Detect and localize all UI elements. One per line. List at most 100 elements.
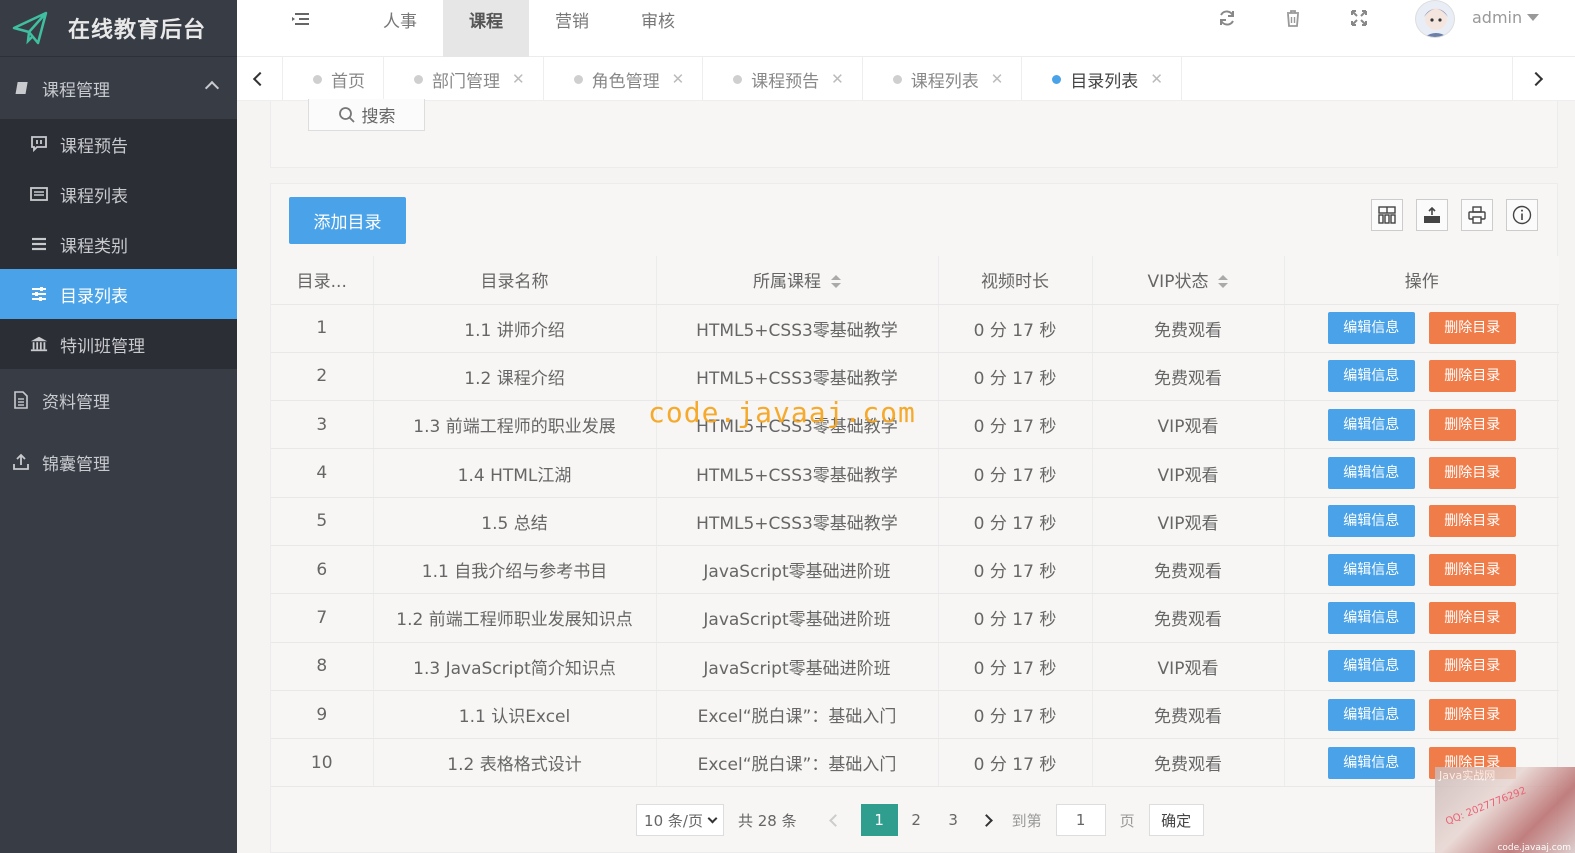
search-button[interactable]: 搜索 <box>308 99 425 131</box>
topnav-course[interactable]: 课程 <box>443 0 529 57</box>
tab-label: 目录列表 <box>1070 71 1139 92</box>
edit-button[interactable]: 编辑信息 <box>1327 360 1415 393</box>
page-size-value: 10 条/页 <box>644 811 703 830</box>
delete-button[interactable]: 删除目录 <box>1428 601 1516 634</box>
fullscreen-icon[interactable] <box>1349 8 1369 28</box>
watermark-text: code.javaaj.com <box>648 396 916 429</box>
edit-button[interactable]: 编辑信息 <box>1327 457 1415 490</box>
close-icon[interactable]: ✕ <box>512 70 525 88</box>
sidebar-item-label: 特训班管理 <box>60 336 145 357</box>
sidebar-item-course-category[interactable]: 课程类别 <box>0 219 237 269</box>
page-1[interactable]: 1 <box>860 804 898 836</box>
cell-id: 7 <box>271 593 374 643</box>
page-3[interactable]: 3 <box>935 804 972 836</box>
edit-button[interactable]: 编辑信息 <box>1327 650 1415 683</box>
goto-page-input[interactable]: 1 <box>1055 804 1106 836</box>
cell-duration: 0 分 17 秒 <box>938 642 1093 691</box>
info-button[interactable] <box>1506 199 1538 231</box>
cell-name: 1.3 JavaScript简介知识点 <box>373 642 657 691</box>
paper-plane-icon <box>12 11 48 45</box>
delete-button[interactable]: 删除目录 <box>1428 698 1516 731</box>
tab-course-preview[interactable]: 课程预告 ✕ <box>703 57 863 101</box>
tabs: 首页 部门管理 ✕ 角色管理 ✕ 课程预告 ✕ 课程列表 ✕ 目录列表 ✕ <box>283 57 1182 101</box>
next-page-button[interactable] <box>972 813 1002 827</box>
tabs-bar: 首页 部门管理 ✕ 角色管理 ✕ 课程预告 ✕ 课程列表 ✕ 目录列表 ✕ <box>237 57 1575 101</box>
cell-course: HTML5+CSS3零基础教学 <box>656 304 939 353</box>
goto-confirm-button[interactable]: 确定 <box>1148 804 1204 836</box>
avatar[interactable] <box>1415 0 1455 38</box>
delete-button[interactable]: 删除目录 <box>1428 650 1516 683</box>
upload-icon <box>12 453 30 471</box>
print-button[interactable] <box>1461 199 1493 231</box>
delete-button[interactable]: 删除目录 <box>1428 408 1516 441</box>
total-count: 共 28 条 <box>738 811 797 830</box>
sort-icon[interactable] <box>1218 275 1229 289</box>
export-button[interactable] <box>1416 199 1448 231</box>
delete-button[interactable]: 删除目录 <box>1428 553 1516 586</box>
tab-catalog-list[interactable]: 目录列表 ✕ <box>1022 57 1182 101</box>
prev-page-button[interactable] <box>821 813 851 827</box>
col-header-course[interactable]: 所属课程 <box>656 256 939 305</box>
topnav-hr[interactable]: 人事 <box>357 0 443 57</box>
edit-button[interactable]: 编辑信息 <box>1327 408 1415 441</box>
sort-icon[interactable] <box>831 275 841 289</box>
delete-button[interactable]: 删除目录 <box>1428 360 1516 393</box>
table-row: 6 1.1 自我介绍与参考书目 JavaScript零基础进阶班 0 分 17 秒免费… <box>271 545 1559 595</box>
delete-button[interactable]: 删除目录 <box>1428 505 1516 538</box>
tab-home[interactable]: 首页 <box>283 57 384 101</box>
sidebar-group-tips[interactable]: 锦囊管理 <box>0 431 237 493</box>
cell-name: 1.2 前端工程师职业发展知识点 <box>373 593 657 643</box>
cell-actions: 编辑信息 删除目录 <box>1284 690 1559 740</box>
edit-button[interactable]: 编辑信息 <box>1327 601 1415 634</box>
close-icon[interactable]: ✕ <box>672 70 685 88</box>
topnav-review[interactable]: 审核 <box>615 0 701 57</box>
delete-button[interactable]: 删除目录 <box>1428 457 1516 490</box>
close-icon[interactable]: ✕ <box>991 70 1004 88</box>
table-row: 8 1.3 JavaScript简介知识点 JavaScript零基础进阶班 0 分 … <box>271 642 1559 691</box>
topnav-marketing[interactable]: 营销 <box>529 0 615 57</box>
edit-button[interactable]: 编辑信息 <box>1327 553 1415 586</box>
col-header-id[interactable]: 目录... <box>271 256 374 305</box>
columns-button[interactable] <box>1371 199 1403 231</box>
edit-button[interactable]: 编辑信息 <box>1327 698 1415 731</box>
cell-vip: 免费观看 <box>1092 738 1285 788</box>
sidebar: 在线教育后台 课程管理 课程预告 课程列表 课程类别 目录列表 特训班管理 资料… <box>0 0 237 853</box>
sidebar-item-catalog-list[interactable]: 目录列表 <box>0 269 237 319</box>
tab-role[interactable]: 角色管理 ✕ <box>544 57 704 101</box>
sidebar-item-course-list[interactable]: 课程列表 <box>0 169 237 219</box>
sidebar-group-materials[interactable]: 资料管理 <box>0 369 237 431</box>
col-header-vip[interactable]: VIP状态 <box>1092 256 1285 305</box>
menu-toggle-icon[interactable] <box>289 10 313 30</box>
close-icon[interactable]: ✕ <box>1150 70 1163 88</box>
tab-dot <box>414 74 423 84</box>
add-catalog-button[interactable]: 添加目录 <box>289 197 406 244</box>
tab-course-list[interactable]: 课程列表 ✕ <box>863 57 1023 101</box>
delete-button[interactable]: 删除目录 <box>1428 312 1516 345</box>
sidebar-item-training-class[interactable]: 特训班管理 <box>0 319 237 369</box>
cell-id: 6 <box>271 545 374 595</box>
tabs-scroll-right[interactable] <box>1512 57 1558 101</box>
page-size-select[interactable]: 10 条/页 <box>636 804 724 836</box>
sidebar-group-label: 锦囊管理 <box>42 454 110 475</box>
user-name[interactable]: admin <box>1472 8 1522 27</box>
edit-button[interactable]: 编辑信息 <box>1327 746 1415 779</box>
sidebar-group-course[interactable]: 课程管理 <box>0 57 237 119</box>
cell-actions: 编辑信息 删除目录 <box>1284 448 1559 498</box>
sidebar-item-label: 课程类别 <box>60 236 128 257</box>
trash-icon[interactable] <box>1283 8 1303 28</box>
tab-department[interactable]: 部门管理 ✕ <box>384 57 544 101</box>
edit-button[interactable]: 编辑信息 <box>1327 312 1415 345</box>
cell-name: 1.4 HTML江湖 <box>373 448 657 498</box>
chevron-right-icon <box>980 813 993 827</box>
refresh-icon[interactable] <box>1217 8 1237 28</box>
pagination: 10 条/页 共 28 条 1 2 3 到第 1 页 确定 <box>636 804 1204 836</box>
cell-duration: 0 分 17 秒 <box>938 690 1093 740</box>
sidebar-item-course-preview[interactable]: 课程预告 <box>0 119 237 169</box>
caret-down-icon[interactable] <box>1527 14 1539 21</box>
close-icon[interactable]: ✕ <box>831 70 844 88</box>
edit-button[interactable]: 编辑信息 <box>1327 505 1415 538</box>
cell-actions: 编辑信息 删除目录 <box>1284 304 1559 353</box>
tabs-scroll-left[interactable] <box>237 57 283 101</box>
cell-duration: 0 分 17 秒 <box>938 352 1093 402</box>
page-2[interactable]: 2 <box>898 804 935 836</box>
